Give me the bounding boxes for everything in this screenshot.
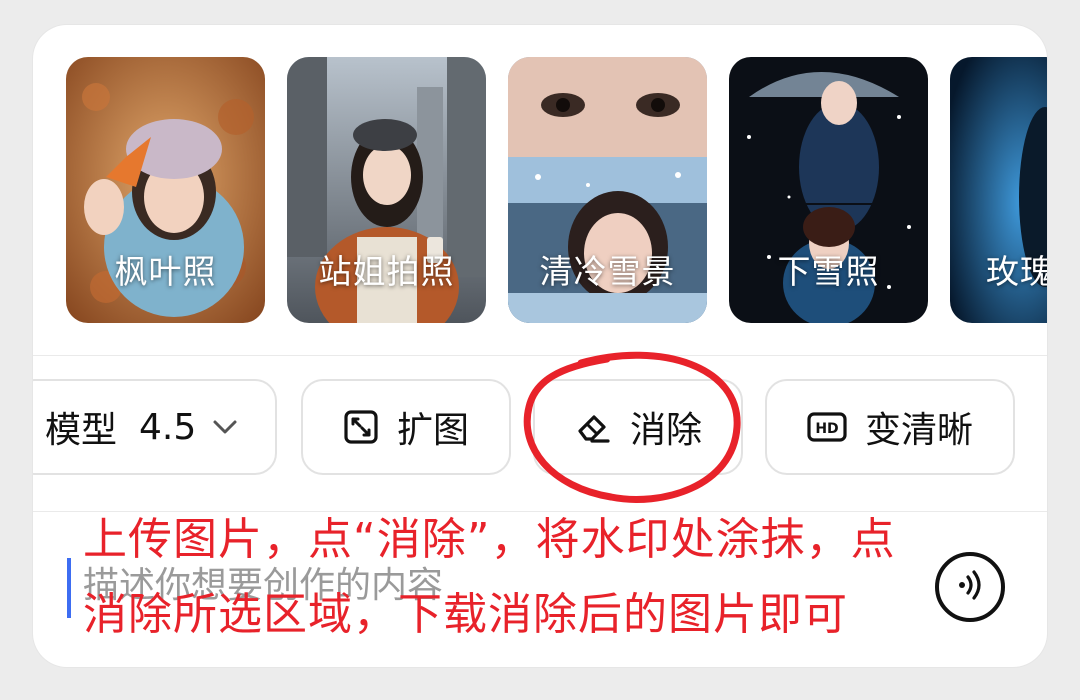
- eraser-icon: [574, 409, 612, 445]
- style-card-label: 下雪照: [777, 252, 880, 291]
- style-card-maple-leaf[interactable]: 枫叶照: [66, 57, 265, 323]
- expand-image-button[interactable]: 扩图: [301, 379, 511, 475]
- voice-icon: [952, 567, 988, 607]
- voice-input-button[interactable]: [935, 552, 1005, 622]
- erase-button[interactable]: 消除: [533, 379, 743, 475]
- model-label: 模型: [45, 410, 118, 451]
- model-selector[interactable]: 模型 4.5: [33, 379, 277, 475]
- hd-icon: HD: [807, 411, 847, 443]
- expand-label: 扩图: [396, 410, 469, 451]
- chevron-down-icon: [210, 412, 240, 442]
- style-card-label: 站姐拍照: [318, 252, 455, 291]
- style-template-strip[interactable]: 枫叶照 站姐拍照 清冷雪景 下雪照 玫瑰: [66, 57, 1047, 325]
- style-card-label: 枫叶照: [114, 252, 217, 291]
- divider: [33, 355, 1047, 356]
- model-version: 4.5: [139, 406, 197, 448]
- annotation-text-line-2: 消除所选区域，下载消除后的图片即可: [83, 589, 848, 640]
- annotation-text-line-1: 上传图片，点“消除”，将水印处涂抹，点: [83, 514, 896, 565]
- style-card-snow-scene[interactable]: 清冷雪景: [508, 57, 707, 323]
- style-card-label: 清冷雪景: [539, 252, 676, 291]
- style-card-idol-photo[interactable]: 站姐拍照: [287, 57, 486, 323]
- style-card-snowfall[interactable]: 下雪照: [729, 57, 928, 323]
- expand-icon: [343, 409, 379, 445]
- erase-label: 消除: [629, 410, 702, 451]
- enhance-clarity-button[interactable]: HD 变清晰: [765, 379, 1015, 475]
- ai-create-panel: 枫叶照 站姐拍照 清冷雪景 下雪照 玫瑰 模型 4.5 扩图 消除 HD 变清晰…: [33, 25, 1047, 667]
- style-card-label: 玫瑰: [986, 252, 1047, 291]
- hd-label: 变清晰: [864, 410, 973, 451]
- svg-text:HD: HD: [815, 421, 838, 437]
- style-card-rose[interactable]: 玫瑰: [950, 57, 1047, 323]
- text-cursor: [67, 558, 71, 618]
